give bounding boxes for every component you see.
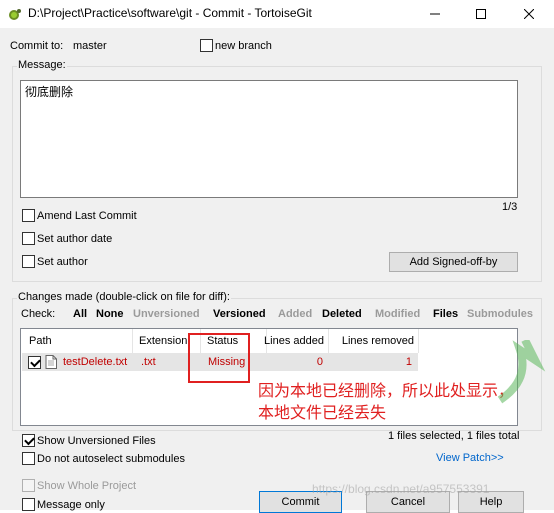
filter-submodules[interactable]: Submodules [467,308,533,320]
commit-to-label: Commit to: [10,40,64,52]
no-autoselect-checkbox[interactable]: Do not autoselect submodules [22,452,185,465]
tortoisegit-watermark-logo [490,338,550,410]
row-lines-added: 0 [316,356,323,368]
check-label: Check: [21,308,56,320]
row-checkbox[interactable] [28,353,41,371]
close-button[interactable] [504,0,554,28]
minimize-icon [430,13,440,15]
row-checkbox-box[interactable] [28,355,41,369]
maximize-button[interactable] [458,0,504,28]
author-date-label: Set author date [37,232,113,245]
no-autoselect-label: Do not autoselect submodules [37,452,185,465]
show-unversioned-checkbox[interactable]: Show Unversioned Files [22,434,156,447]
author-date-checkbox[interactable]: Set author date [22,232,112,245]
show-unversioned-checkbox-box[interactable] [22,434,35,447]
view-patch-link[interactable]: View Patch>> [436,452,504,464]
annotation-text: 因为本地已经删除，所以此处显示，本地文件已经丢失 [258,381,515,422]
filter-unversioned[interactable]: Unversioned [133,308,200,320]
column-lines-removed[interactable]: Lines removed [329,329,419,353]
new-branch-checkbox[interactable]: new branch [200,39,272,52]
message-position: 1/3 [502,201,518,213]
minimize-button[interactable] [412,0,458,28]
show-whole-project-label: Show Whole Project [37,479,137,492]
filter-none[interactable]: None [96,308,124,320]
no-autoselect-checkbox-box[interactable] [22,452,35,465]
changes-group-label: Changes made (double-click on file for d… [17,291,231,303]
window-title: D:\Project\Practice\software\git - Commi… [28,6,312,20]
filter-versioned[interactable]: Versioned [213,308,266,320]
column-path[interactable]: Path [21,329,133,353]
author-checkbox-box[interactable] [22,255,35,268]
author-label: Set author [37,255,88,268]
filter-all[interactable]: All [73,308,87,320]
message-only-checkbox-box[interactable] [22,498,35,511]
filter-added[interactable]: Added [278,308,312,320]
branch-name: master [73,40,107,52]
new-branch-label: new branch [215,39,272,52]
watermark: https://blog.csdn.net/a957553391 [312,482,490,496]
tortoisegit-icon [6,6,22,22]
filter-deleted[interactable]: Deleted [322,308,362,320]
add-signed-off-by-button[interactable]: Add Signed-off-by [389,252,518,272]
filter-modified[interactable]: Modified [375,308,420,320]
title-bar: D:\Project\Practice\software\git - Commi… [0,0,554,28]
show-whole-project-checkbox[interactable]: Show Whole Project [22,479,136,492]
new-branch-checkbox-box[interactable] [200,39,213,52]
amend-checkbox[interactable]: Amend Last Commit [22,209,137,222]
author-checkbox[interactable]: Set author [22,255,88,268]
message-only-label: Message only [37,498,105,511]
selection-summary: 1 files selected, 1 files total [388,430,520,442]
row-extension: .txt [141,356,156,368]
message-only-checkbox[interactable]: Message only [22,498,105,511]
show-whole-project-checkbox-box[interactable] [22,479,35,492]
commit-message-textarea[interactable]: 彻底删除 [20,80,518,198]
column-lines-added[interactable]: Lines added [264,329,329,353]
message-group-label: Message: [17,59,67,71]
amend-checkbox-box[interactable] [22,209,35,222]
show-unversioned-label: Show Unversioned Files [37,434,156,447]
annotation-highlight-box [188,333,250,383]
file-icon [45,353,57,371]
author-date-checkbox-box[interactable] [22,232,35,245]
row-path: testDelete.txt [63,356,128,368]
filter-files[interactable]: Files [433,308,458,320]
row-lines-removed: 1 [405,356,412,368]
close-icon [524,9,534,19]
maximize-icon [476,9,486,19]
amend-label: Amend Last Commit [37,209,137,222]
